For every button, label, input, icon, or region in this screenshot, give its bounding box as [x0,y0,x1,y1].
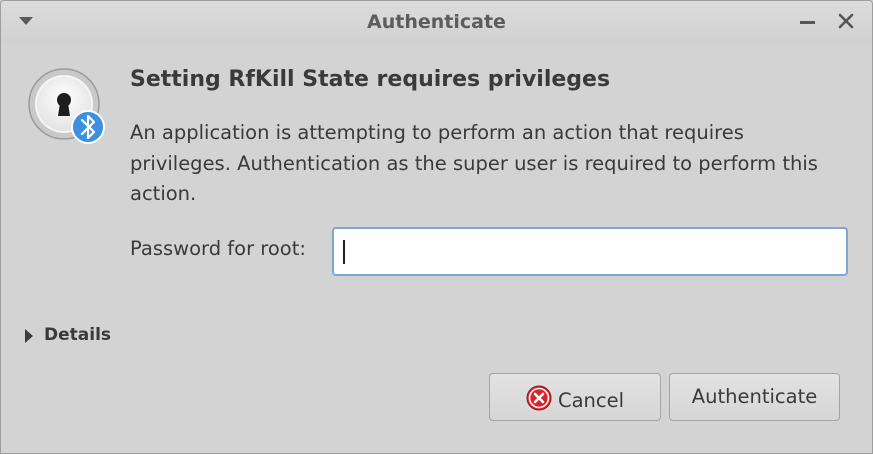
dialog-description: An application is attempting to perform … [130,121,818,205]
bluetooth-icon [71,110,105,144]
lock-icon [28,68,105,144]
minimize-icon[interactable] [800,21,815,24]
text-caret [343,240,345,264]
cancel-button[interactable]: Cancel [489,373,661,421]
password-field[interactable] [332,227,848,276]
cancel-button-label: Cancel [557,389,625,412]
password-label: Password for root: [130,237,306,260]
details-label: Details [44,325,112,345]
dialog-heading: Setting RfKill State requires privileges [130,67,611,92]
title-bar[interactable]: Authenticate [1,1,872,43]
cancel-icon [526,385,552,411]
close-icon[interactable] [837,12,855,30]
authenticate-button-label: Authenticate [691,385,818,408]
window-title: Authenticate [367,11,506,33]
triangle-right-icon [25,329,33,343]
auth-dialog-window: Authenticate Setting RfKill State requir… [0,0,873,454]
authenticate-button[interactable]: Authenticate [669,373,840,421]
